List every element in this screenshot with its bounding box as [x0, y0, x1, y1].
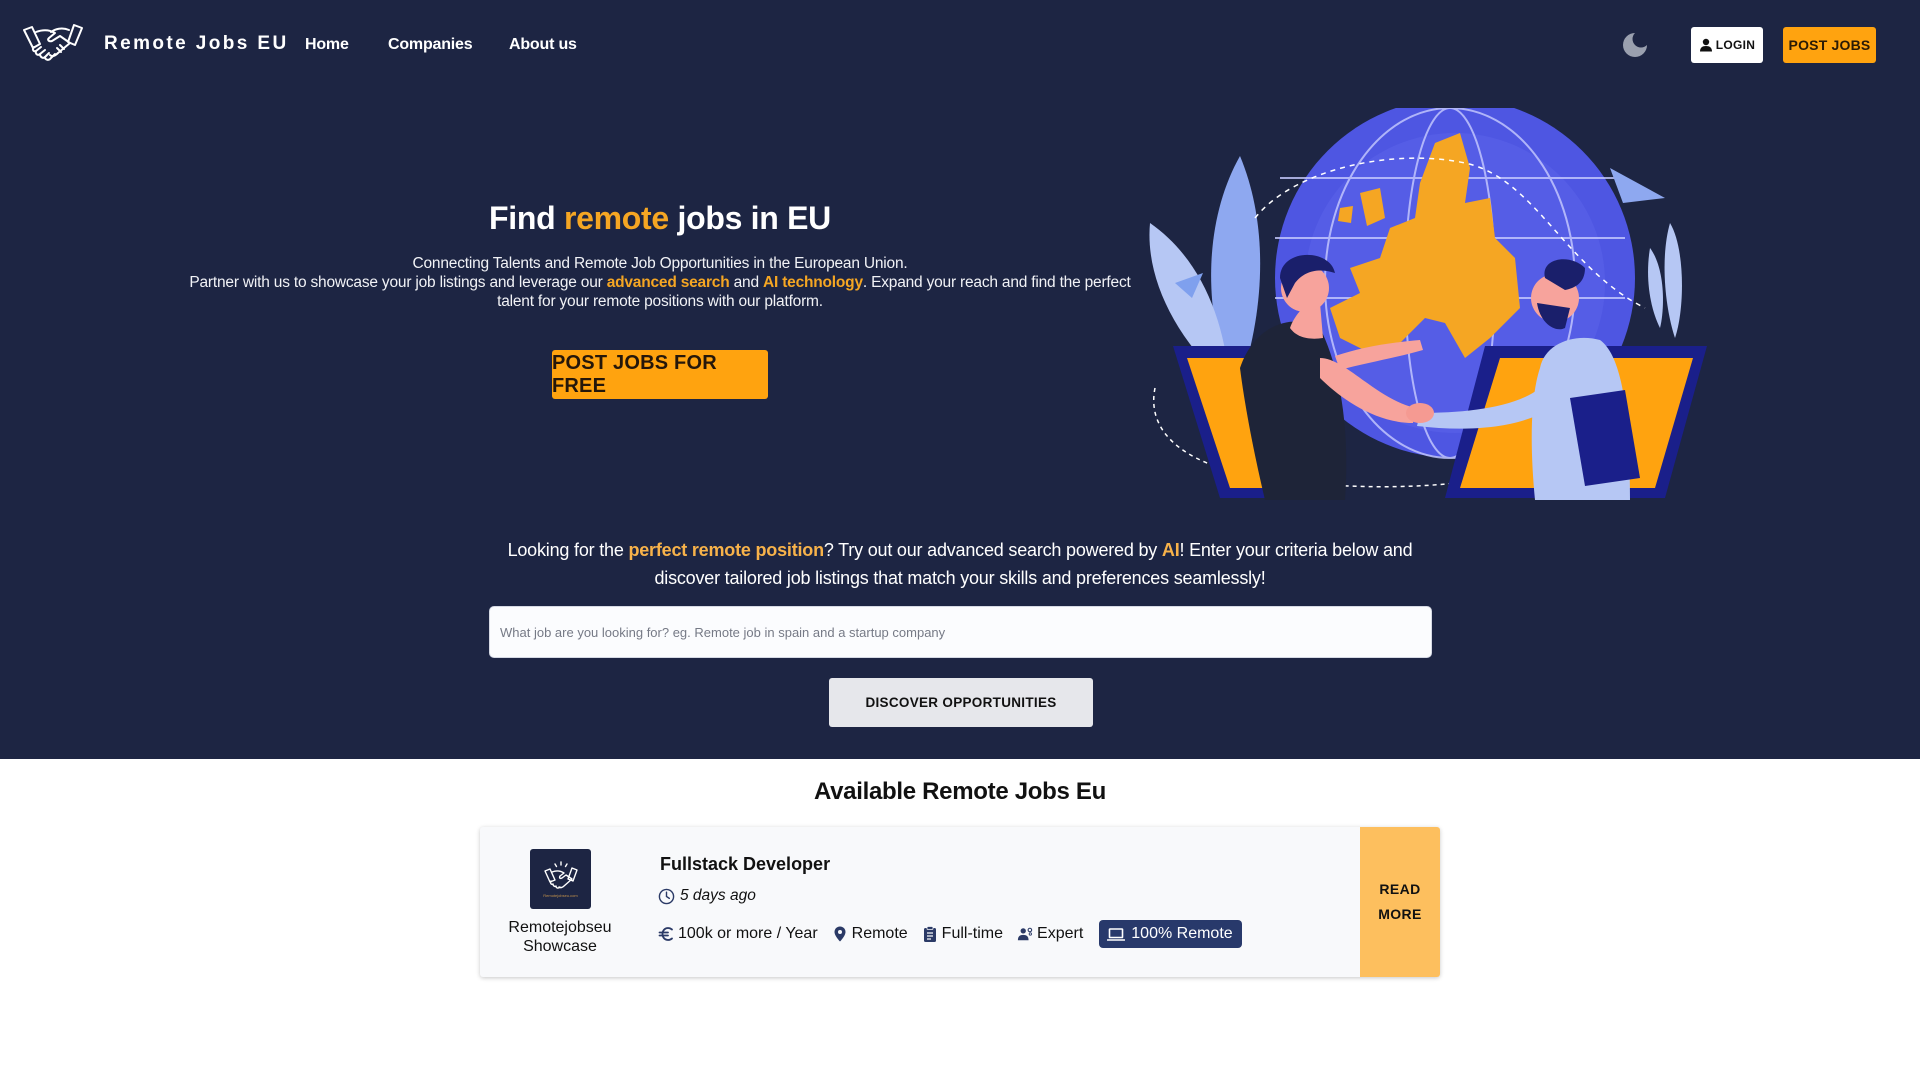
job-search-input[interactable] — [489, 606, 1432, 658]
clipboard-icon — [923, 926, 936, 942]
nav-link-companies[interactable]: Companies — [388, 36, 473, 54]
search-intro-text: Looking for the perfect remote position?… — [480, 536, 1440, 592]
job-card[interactable]: Remotejobseu.com Remotejobseu Showcase F… — [480, 827, 1440, 977]
hero-section: Remote Jobs EU Home Companies About us L… — [0, 0, 1920, 759]
pitch-text: Partner with us to showcase your job lis… — [189, 274, 607, 291]
experience-level-text: Expert — [1037, 925, 1084, 942]
post-jobs-button[interactable]: POST JOBS — [1783, 27, 1876, 63]
paper-plane-icon — [1610, 168, 1665, 203]
hero-description: Connecting Talents and Remote Job Opport… — [180, 254, 1140, 311]
pitch-highlight-advanced-search: advanced search — [606, 274, 730, 291]
pitch-highlight-ai-technology: AI technology — [762, 274, 863, 291]
employment-type: Full-time — [922, 925, 1003, 943]
read-more-label: READ MORE — [1378, 881, 1422, 922]
location: Remote — [832, 925, 908, 943]
user-icon — [1699, 38, 1712, 52]
salary-text: 100k or more / Year — [678, 925, 818, 942]
intro-text: ? Try out our advanced search powered by — [823, 540, 1162, 560]
navbar: Remote Jobs EU Home Companies About us L… — [0, 0, 1920, 90]
post-jobs-for-free-button[interactable]: POST JOBS FOR FREE — [552, 350, 768, 399]
remote-badge: 100% Remote — [1099, 920, 1242, 948]
location-text: Remote — [851, 925, 908, 942]
nav-link-home[interactable]: Home — [305, 36, 349, 54]
expert-user-gear-icon — [1017, 927, 1033, 941]
salary: 100k or more / Year — [658, 925, 818, 943]
discover-opportunities-button[interactable]: DISCOVER OPPORTUNITIES — [829, 678, 1093, 727]
job-meta: 100k or more / Year Remote Full-time Exp… — [658, 920, 1242, 948]
hero-pitch: Partner with us to showcase your job lis… — [180, 273, 1140, 311]
employment-type-text: Full-time — [941, 925, 1004, 942]
euro-icon — [658, 927, 673, 941]
handshake-globe-illustration — [1149, 108, 1707, 500]
company-name[interactable]: Remotejobseu Showcase — [490, 918, 630, 956]
company-logo[interactable]: Remotejobseu.com — [530, 849, 591, 909]
job-title[interactable]: Fullstack Developer — [660, 854, 830, 875]
handshake-icon — [543, 860, 578, 889]
laptop-icon — [1107, 927, 1126, 941]
posted-text: 5 days ago — [680, 887, 756, 904]
login-label: LOGIN — [1715, 38, 1756, 52]
hero-tagline: Connecting Talents and Remote Job Opport… — [412, 255, 908, 272]
map-pin-icon — [834, 926, 846, 942]
hero-title: Find remote jobs in EU — [180, 200, 1140, 237]
intro-highlight-ai: AI — [1161, 540, 1180, 560]
job-posted-date: 5 days ago — [658, 887, 756, 905]
hero-title-accent: remote — [563, 200, 669, 236]
hero-title-part: jobs in EU — [668, 200, 831, 236]
read-more-button[interactable]: READ MORE — [1360, 827, 1440, 977]
handshake-icon[interactable] — [22, 20, 84, 68]
intro-text: Looking for the — [507, 540, 629, 560]
clock-icon — [658, 888, 675, 904]
jobs-section-title: Available Remote Jobs Eu — [813, 778, 1106, 805]
nav-link-about-us[interactable]: About us — [509, 36, 577, 54]
company-logo-caption: Remotejobseu.com — [543, 892, 578, 898]
login-button[interactable]: LOGIN — [1691, 27, 1763, 63]
remote-badge-text: 100% Remote — [1131, 925, 1233, 942]
pitch-text: and — [729, 274, 763, 291]
brand-name[interactable]: Remote Jobs EU — [104, 33, 289, 55]
hero-title-part: Find — [489, 200, 564, 236]
experience-level: Expert — [1017, 925, 1083, 943]
intro-highlight-perfect-remote-position: perfect remote position — [628, 540, 824, 560]
moon-icon[interactable] — [1622, 32, 1648, 58]
